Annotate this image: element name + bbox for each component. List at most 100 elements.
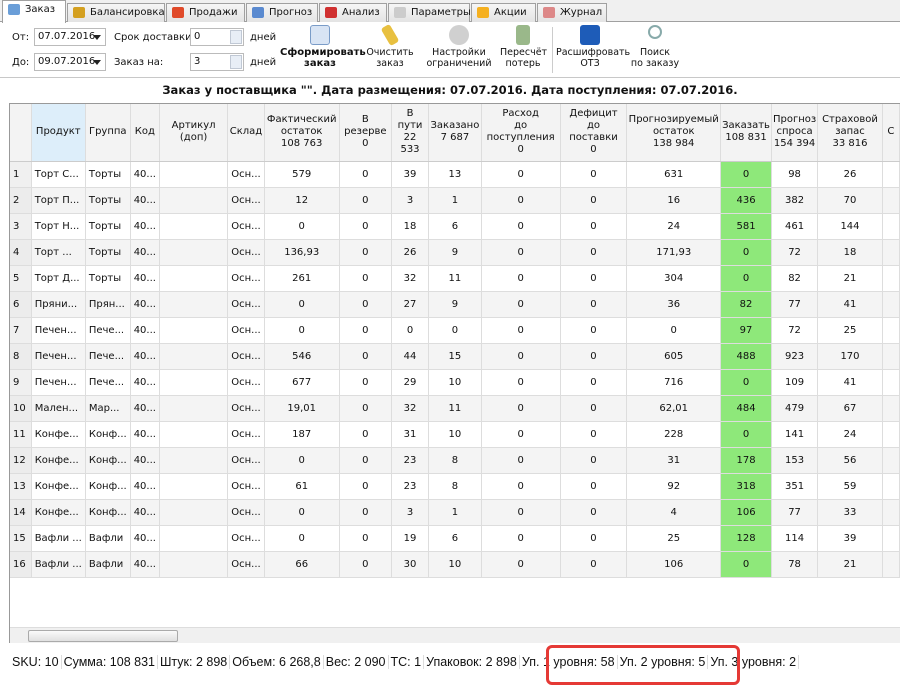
limit-settings-button[interactable]: Настройки ограничений xyxy=(426,25,492,69)
order-qty-cell[interactable]: 106 xyxy=(720,499,772,526)
clear-order-button[interactable]: Очистить заказ xyxy=(366,23,414,69)
order-qty-cell[interactable]: 128 xyxy=(720,525,772,552)
order-for-days-stepper[interactable]: 3 xyxy=(190,53,244,71)
table-row[interactable]: 11 Конфе... Конф... 40... Осн... 187 0 31 10 0 0 22… xyxy=(10,421,900,448)
table-row[interactable]: 13 Конфе... Конф... 40... Осн... 61 0 23 8 0 0 92 31… xyxy=(10,473,900,500)
spin-arrows-icon[interactable] xyxy=(230,30,242,44)
form-order-icon xyxy=(310,25,330,45)
order-qty-cell[interactable]: 0 xyxy=(720,265,772,292)
tab-scales[interactable]: Балансировка xyxy=(67,3,165,22)
recalc-losses-button[interactable]: Пересчёт потерь xyxy=(500,25,547,69)
table-cell: 0 xyxy=(264,525,340,552)
tab-journal[interactable]: Журнал xyxy=(537,3,607,22)
tab-star[interactable]: Акции xyxy=(471,3,536,22)
from-date-picker[interactable]: 07.07.2016 xyxy=(34,28,106,46)
table-row[interactable]: 4 Торт ... Торты 40... Осн... 136,93 0 26 9 0 0 171… xyxy=(10,239,900,266)
table-cell xyxy=(882,369,900,396)
table-cell: 304 xyxy=(626,265,722,292)
table-row[interactable]: 8 Печен... Пече... 40... Осн... 546 0 44 15 0 0 605… xyxy=(10,343,900,370)
tab-order[interactable]: Заказ xyxy=(2,0,66,23)
table-cell: 0 xyxy=(339,161,392,188)
table-cell: Осн... xyxy=(227,525,265,552)
column-header[interactable]: В резерве 0 xyxy=(339,104,392,162)
column-header[interactable]: Прогнозируемый остаток 138 984 xyxy=(626,104,722,162)
table-cell xyxy=(159,525,229,552)
order-qty-cell[interactable]: 82 xyxy=(720,291,772,318)
table-cell: 0 xyxy=(481,473,561,500)
tab-chart[interactable]: Прогноз xyxy=(246,3,318,22)
column-header[interactable]: Код xyxy=(130,104,160,162)
delivery-days-value: 0 xyxy=(194,31,201,42)
column-header[interactable]: Расход до поступления 0 xyxy=(481,104,561,162)
table-cell: Торт Н... xyxy=(31,213,86,240)
column-header[interactable]: Заказать 108 831 xyxy=(720,104,772,162)
order-qty-cell[interactable]: 436 xyxy=(720,187,772,214)
search-order-button[interactable]: Поиск по заказу xyxy=(630,25,680,69)
order-qty-cell[interactable]: 488 xyxy=(720,343,772,370)
to-date-picker[interactable]: 09.07.2016 xyxy=(34,53,106,71)
column-header[interactable]: Дефицит до поставки 0 xyxy=(560,104,628,162)
column-header[interactable]: Группа xyxy=(85,104,131,162)
table-row[interactable]: 16 Вафли ... Вафли 40... Осн... 66 0 30 10 0 0 106 0… xyxy=(10,551,900,578)
column-header[interactable]: Прогноз спроса 154 394 xyxy=(771,104,819,162)
table-row[interactable]: 6 Пряни... Прян... 40... Осн... 0 0 27 9 0 0 36 82 77… xyxy=(10,291,900,318)
spin-arrows-icon[interactable] xyxy=(230,55,242,69)
decode-otz-button[interactable]: Расшифровать ОТЗ xyxy=(556,25,630,69)
order-qty-cell[interactable]: 97 xyxy=(720,317,772,344)
column-header[interactable]: С xyxy=(882,104,900,162)
column-header[interactable] xyxy=(10,104,32,162)
table-row[interactable]: 2 Торт П... Торты 40... Осн... 12 0 3 1 0 0 16 436 38… xyxy=(10,187,900,214)
column-header[interactable]: Заказано 7 687 xyxy=(428,104,482,162)
to-date-value: 09.07.2016 xyxy=(38,56,96,67)
column-header[interactable]: Фактический остаток 108 763 xyxy=(264,104,340,162)
order-qty-cell[interactable]: 0 xyxy=(720,369,772,396)
delivery-days-stepper[interactable]: 0 xyxy=(190,28,244,46)
table-cell: 0 xyxy=(560,291,628,318)
table-cell: Вафли xyxy=(85,551,131,578)
row-number: 6 xyxy=(10,291,32,318)
column-header[interactable]: Страховой запас 33 816 xyxy=(817,104,883,162)
column-header[interactable]: В пути 22 533 xyxy=(391,104,430,162)
table-row[interactable]: 5 Торт Д... Торты 40... Осн... 261 0 32 11 0 0 304 0… xyxy=(10,265,900,292)
table-cell: 0 xyxy=(560,525,628,552)
order-qty-cell[interactable]: 0 xyxy=(720,551,772,578)
tab-gear[interactable]: Параметры xyxy=(388,3,471,22)
form-order-button[interactable]: Сформировать заказ xyxy=(280,25,366,69)
scrollbar-thumb[interactable] xyxy=(28,630,178,642)
row-number: 4 xyxy=(10,239,32,266)
table-row[interactable]: 14 Конфе... Конф... 40... Осн... 0 0 3 1 0 0 4 106 77… xyxy=(10,499,900,526)
order-qty-cell[interactable]: 318 xyxy=(720,473,772,500)
order-qty-cell[interactable]: 581 xyxy=(720,213,772,240)
table-row[interactable]: 15 Вафли ... Вафли 40... Осн... 0 0 19 6 0 0 25 128 1… xyxy=(10,525,900,552)
order-qty-cell[interactable]: 484 xyxy=(720,395,772,422)
tab-sales[interactable]: Продажи xyxy=(166,3,245,22)
order-grid[interactable]: Продукт Группа Код Артикул (доп) Склад Фактич… xyxy=(9,103,900,643)
table-row[interactable]: 12 Конфе... Конф... 40... Осн... 0 0 23 8 0 0 31 178… xyxy=(10,447,900,474)
table-row[interactable]: 9 Печен... Пече... 40... Осн... 677 0 29 10 0 0 716… xyxy=(10,369,900,396)
table-cell: 72 xyxy=(771,317,819,344)
column-header[interactable]: Склад xyxy=(227,104,265,162)
calculator-icon xyxy=(516,25,530,45)
column-header[interactable]: Артикул (доп) xyxy=(159,104,229,162)
table-cell: Прян... xyxy=(85,291,131,318)
table-row[interactable]: 7 Печен... Пече... 40... Осн... 0 0 0 0 0 0 0 97 72 25 xyxy=(10,317,900,344)
table-row[interactable]: 10 Мален... Мар... 40... Осн... 19,01 0 32 11 0 0 6… xyxy=(10,395,900,422)
info-icon xyxy=(580,25,600,45)
order-qty-cell[interactable]: 0 xyxy=(720,239,772,266)
table-cell: 0 xyxy=(339,317,392,344)
horizontal-scrollbar[interactable] xyxy=(10,627,900,643)
order-qty-cell[interactable]: 0 xyxy=(720,161,772,188)
table-cell: Вафли xyxy=(85,525,131,552)
table-cell: 39 xyxy=(817,525,883,552)
pie-icon xyxy=(325,7,337,18)
order-qty-cell[interactable]: 178 xyxy=(720,447,772,474)
table-cell: 0 xyxy=(339,525,392,552)
order-qty-cell[interactable]: 0 xyxy=(720,421,772,448)
row-number: 7 xyxy=(10,317,32,344)
tab-pie[interactable]: Анализ xyxy=(319,3,387,22)
table-row[interactable]: 1 Торт С... Торты 40... Осн... 579 0 39 13 0 0 631 0… xyxy=(10,161,900,188)
status-item: Сумма: 108 831 xyxy=(62,655,158,669)
table-cell xyxy=(882,343,900,370)
table-row[interactable]: 3 Торт Н... Торты 40... Осн... 0 0 18 6 0 0 24 581 46… xyxy=(10,213,900,240)
column-header[interactable]: Продукт xyxy=(31,104,86,162)
